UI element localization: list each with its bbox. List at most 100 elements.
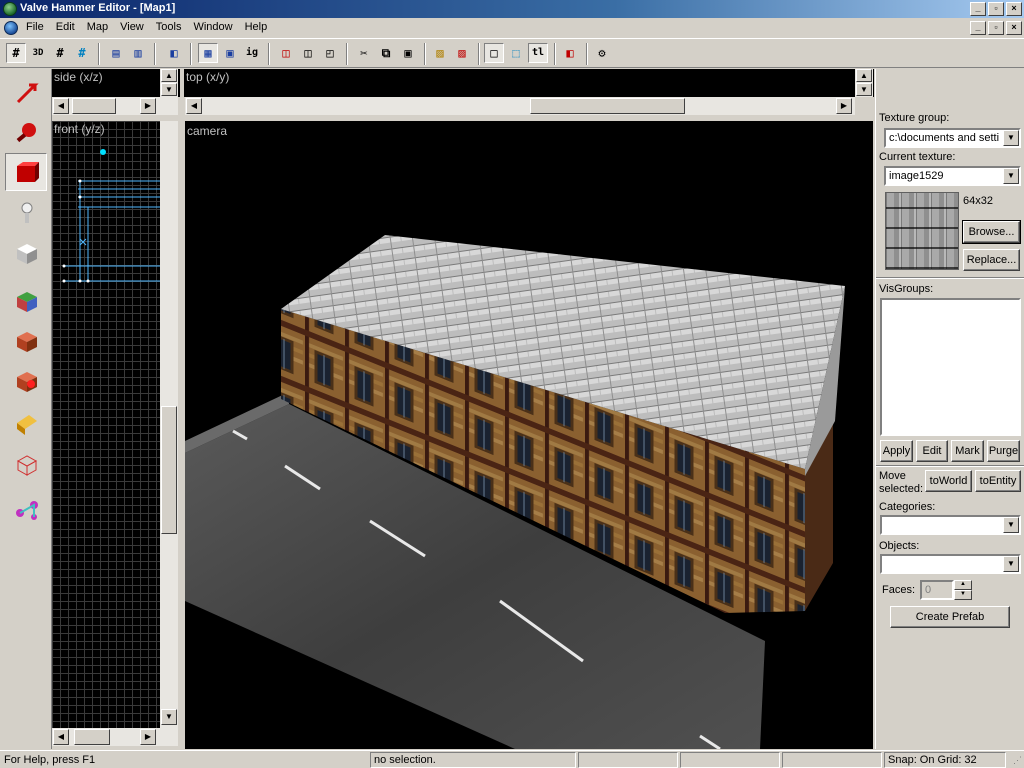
- hollow-icon[interactable]: ▥: [128, 43, 148, 63]
- copy-icon[interactable]: ⧉: [376, 43, 396, 63]
- doc-restore-button[interactable]: ▫: [988, 21, 1004, 35]
- close-button[interactable]: ×: [1006, 2, 1022, 16]
- top-viewport[interactable]: top (x/y): [184, 69, 874, 97]
- vertex-manipulation-tool[interactable]: [5, 445, 47, 483]
- browse-button[interactable]: Browse...: [962, 220, 1021, 244]
- faces-field[interactable]: 0: [920, 580, 954, 600]
- scroll-thumb[interactable]: [530, 98, 685, 114]
- scroll-right-icon[interactable]: ▶: [836, 98, 852, 114]
- front-vscroll[interactable]: ▼: [160, 121, 178, 728]
- visgroup-mark-button[interactable]: Mark: [951, 440, 984, 462]
- categories-select[interactable]: ▼: [880, 515, 1021, 535]
- selection-tool[interactable]: [5, 73, 47, 111]
- current-texture-select[interactable]: image1529 ▼: [884, 166, 1021, 186]
- menu-edit[interactable]: Edit: [50, 21, 81, 33]
- side-vscroll[interactable]: ▲ ▼: [160, 69, 178, 97]
- menu-help[interactable]: Help: [239, 21, 274, 33]
- hide-unselected-icon[interactable]: ◫: [298, 43, 318, 63]
- entity-tool[interactable]: [5, 193, 47, 231]
- paste-icon[interactable]: ▣: [398, 43, 418, 63]
- toggle-texscale-icon[interactable]: ▨: [452, 43, 472, 63]
- toggle-texlock-icon[interactable]: ▨: [430, 43, 450, 63]
- doc-close-button[interactable]: ×: [1006, 21, 1022, 35]
- restore-button[interactable]: ▫: [988, 2, 1004, 16]
- scroll-down-icon[interactable]: ▼: [161, 83, 177, 96]
- run-map-icon[interactable]: ◧: [560, 43, 580, 63]
- scroll-down-icon[interactable]: ▼: [856, 83, 872, 96]
- menu-file[interactable]: File: [20, 21, 50, 33]
- apply-texture-tool[interactable]: [5, 321, 47, 359]
- magnify-tool-icon: [16, 123, 36, 143]
- to-world-button[interactable]: toWorld: [925, 470, 972, 492]
- group-icon[interactable]: ◧: [164, 43, 184, 63]
- status-selection: no selection.: [370, 752, 576, 768]
- texlock-icon[interactable]: tl: [528, 43, 548, 63]
- chevron-down-icon[interactable]: ▼: [1003, 130, 1019, 146]
- clipping-tool[interactable]: [5, 405, 47, 443]
- block-tool[interactable]: [5, 233, 47, 271]
- top-hscroll[interactable]: ◀ ▶: [185, 97, 855, 115]
- chevron-down-icon[interactable]: ▼: [1003, 517, 1019, 533]
- scroll-up-icon[interactable]: ▲: [856, 69, 872, 82]
- visgroup-apply-button[interactable]: Apply: [880, 440, 913, 462]
- faces-spinner[interactable]: ▲ ▼: [954, 580, 972, 600]
- document-icon[interactable]: [4, 21, 18, 35]
- divider: [876, 277, 1024, 279]
- hide-selected-icon[interactable]: ◫: [276, 43, 296, 63]
- scroll-down-icon[interactable]: ▼: [161, 709, 177, 725]
- show-all-icon[interactable]: ◰: [320, 43, 340, 63]
- minimize-button[interactable]: _: [970, 2, 986, 16]
- carve-icon[interactable]: ▤: [106, 43, 126, 63]
- scroll-thumb[interactable]: [72, 98, 116, 114]
- ignore-groups-icon[interactable]: ▣: [220, 43, 240, 63]
- chevron-down-icon[interactable]: ▼: [1003, 556, 1019, 572]
- path-tool[interactable]: [5, 489, 47, 527]
- side-viewport-label: side (x/z): [52, 69, 105, 85]
- resize-grip-icon[interactable]: ⋰: [1013, 755, 1022, 766]
- ungroup-icon[interactable]: ▦: [198, 43, 218, 63]
- camera-viewport[interactable]: camera: [185, 121, 873, 749]
- visgroup-edit-button[interactable]: Edit: [916, 440, 948, 462]
- spin-up-icon[interactable]: ▲: [954, 580, 972, 590]
- grid-snap-icon[interactable]: #: [72, 43, 92, 63]
- visgroups-list[interactable]: [880, 298, 1021, 436]
- menu-tools[interactable]: Tools: [150, 21, 188, 33]
- front-viewport[interactable]: front (y/z): [52, 121, 160, 728]
- chevron-down-icon[interactable]: ▼: [1003, 168, 1019, 184]
- ig-icon[interactable]: ig: [242, 43, 262, 63]
- scroll-right-icon[interactable]: ▶: [140, 729, 156, 745]
- doc-minimize-button[interactable]: _: [970, 21, 986, 35]
- scroll-thumb[interactable]: [161, 406, 177, 534]
- objects-select[interactable]: ▼: [880, 554, 1021, 574]
- spin-down-icon[interactable]: ▼: [954, 590, 972, 600]
- camera-tool[interactable]: [5, 153, 47, 191]
- scroll-right-icon[interactable]: ▶: [140, 98, 156, 114]
- scroll-thumb[interactable]: [74, 729, 110, 745]
- scroll-left-icon[interactable]: ◀: [53, 98, 69, 114]
- top-vscroll[interactable]: ▲ ▼: [855, 69, 873, 97]
- create-prefab-button[interactable]: Create Prefab: [890, 606, 1010, 628]
- 3d-grid-icon[interactable]: 3D: [28, 43, 48, 63]
- visgroup-purge-button[interactable]: Purge: [987, 440, 1020, 462]
- scroll-up-icon[interactable]: ▲: [161, 69, 177, 82]
- menu-map[interactable]: Map: [81, 21, 114, 33]
- grid-toggle-icon[interactable]: #: [6, 43, 26, 63]
- scroll-left-icon[interactable]: ◀: [186, 98, 202, 114]
- cut-icon[interactable]: ✂: [354, 43, 374, 63]
- scroll-left-icon[interactable]: ◀: [53, 729, 69, 745]
- menu-view[interactable]: View: [114, 21, 150, 33]
- to-entity-button[interactable]: toEntity: [975, 470, 1021, 492]
- menu-window[interactable]: Window: [187, 21, 238, 33]
- grid-icon[interactable]: #: [50, 43, 70, 63]
- texture-application-tool[interactable]: [5, 281, 47, 319]
- front-hscroll[interactable]: ◀ ▶: [52, 728, 178, 746]
- select-by-handles-icon[interactable]: □: [484, 43, 504, 63]
- options-icon[interactable]: ⚙: [592, 43, 612, 63]
- selection-tool-icon: [16, 83, 39, 104]
- magnify-tool[interactable]: [5, 113, 47, 151]
- select-by-center-icon[interactable]: ⬚: [506, 43, 526, 63]
- replace-button[interactable]: Replace...: [963, 249, 1020, 271]
- texture-group-select[interactable]: c:\documents and setti ▼: [884, 128, 1021, 148]
- side-hscroll[interactable]: ◀ ▶: [52, 97, 178, 115]
- decal-tool[interactable]: [5, 361, 47, 399]
